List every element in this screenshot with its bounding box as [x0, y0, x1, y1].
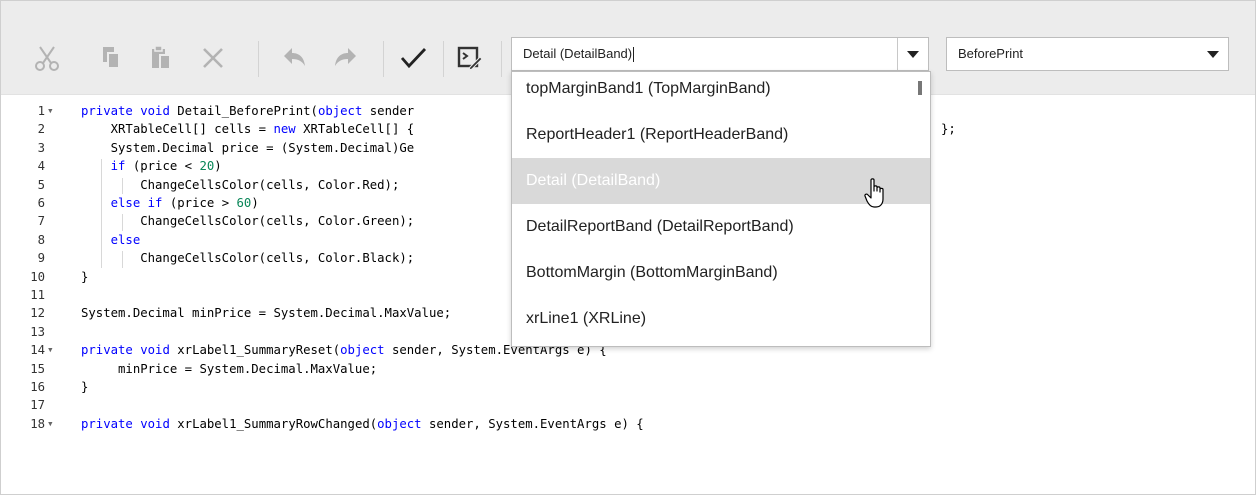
fold-toggle-icon[interactable]: ▾ [47, 102, 59, 120]
line-number: 5 [37, 177, 45, 192]
line-number: 16 [30, 380, 45, 394]
line-number: 13 [30, 324, 45, 339]
indent-guide [101, 159, 102, 268]
dropdown-scrollbar[interactable] [918, 81, 922, 95]
line-number: 18 [30, 416, 45, 431]
copy-icon [103, 47, 120, 69]
event-select[interactable]: BeforePrint [946, 37, 1229, 71]
event-select-value: BeforePrint [958, 46, 1024, 61]
code-text: private void xrLabel1_SummaryRowChanged(… [81, 416, 644, 431]
line-number: 12 [30, 306, 45, 321]
line-number: 10 [30, 269, 45, 284]
delete-button[interactable] [193, 38, 233, 78]
script-edit-icon [457, 46, 483, 71]
code-text: ChangeCellsColor(cells, Color.Black); [81, 251, 415, 266]
undo-button[interactable] [274, 38, 314, 78]
dropdown-item[interactable]: topMarginBand1 (TopMarginBand) [512, 72, 930, 112]
indent-guide [122, 214, 123, 231]
fold-toggle-icon[interactable]: ▾ [47, 415, 59, 433]
line-number: 11 [30, 288, 45, 302]
line-number: 1 [37, 104, 45, 118]
band-select-dropdown-button[interactable] [897, 38, 928, 70]
line-number: 17 [30, 398, 45, 413]
code-text: System.Decimal price = (System.Decimal)G… [81, 140, 415, 155]
hand-pointer-icon [864, 178, 884, 208]
code-text: XRTableCell[] cells = new XRTableCell[] … [81, 122, 415, 137]
redo-button[interactable] [326, 38, 366, 78]
line-number: 4 [37, 159, 45, 174]
toolbar-separator [443, 41, 444, 77]
indent-guide [122, 251, 123, 268]
band-select-value-wrap: Detail (DetailBand) [523, 38, 635, 70]
event-select-dropdown-button[interactable] [1198, 38, 1228, 70]
undo-icon [284, 48, 305, 66]
code-text: else if (price > 60) [110, 196, 259, 210]
chevron-down-icon [907, 50, 919, 58]
code-text: private void Detail_BeforePrint(object s… [81, 104, 415, 118]
dropdown-item[interactable]: ReportHeader1 (ReportHeaderBand) [512, 112, 930, 158]
paste-icon [152, 45, 171, 70]
line-number: 3 [37, 140, 45, 155]
line-number: 15 [30, 361, 45, 376]
line-number: 6 [37, 196, 45, 210]
validate-button[interactable] [393, 38, 433, 78]
text-cursor [633, 47, 635, 63]
delete-icon [203, 48, 223, 68]
code-line: 16} [1, 378, 1255, 396]
copy-button[interactable] [91, 38, 131, 78]
code-text: } [81, 269, 89, 284]
code-text: minPrice = System.Decimal.MaxValue; [81, 361, 378, 376]
checkmark-icon [400, 48, 427, 69]
dropdown-item[interactable]: BottomMargin (BottomMarginBand) [512, 250, 930, 296]
code-text-tail: }; [941, 122, 956, 137]
line-number: 9 [37, 251, 45, 266]
code-line: 15 minPrice = System.Decimal.MaxValue; [1, 360, 1255, 378]
chevron-down-icon [1207, 50, 1219, 58]
code-text: System.Decimal minPrice = System.Decimal… [81, 306, 452, 321]
code-text: else [110, 232, 141, 247]
code-line: 18 ▾ private void xrLabel1_SummaryRowChang… [1, 415, 1255, 433]
fold-toggle-icon[interactable]: ▾ [47, 341, 59, 359]
code-text: if (price < 20) [110, 159, 222, 174]
redo-icon [335, 48, 356, 66]
code-text: } [81, 380, 89, 394]
cut-button[interactable] [27, 38, 67, 78]
code-line: 17 [1, 396, 1255, 414]
code-text: ChangeCellsColor(cells, Color.Red); [81, 177, 400, 192]
line-number: 14 [30, 343, 45, 358]
indent-guide [122, 177, 123, 194]
band-select[interactable]: Detail (DetailBand) [511, 37, 929, 71]
code-text: ChangeCellsColor(cells, Color.Green); [81, 214, 415, 229]
toolbar-separator [501, 41, 502, 77]
script-edit-button[interactable] [449, 38, 489, 78]
line-number: 8 [37, 232, 45, 247]
line-number: 7 [37, 214, 45, 229]
paste-button[interactable] [141, 38, 181, 78]
line-number: 2 [37, 122, 45, 137]
dropdown-item[interactable]: xrLine1 (XRLine) [512, 296, 930, 342]
cut-icon [35, 46, 59, 71]
band-select-value: Detail (DetailBand) [523, 46, 633, 61]
toolbar-separator [258, 41, 259, 77]
script-editor-window: Detail (DetailBand) BeforePrint 1 ▾ privat… [0, 0, 1256, 495]
toolbar-separator [383, 41, 384, 77]
